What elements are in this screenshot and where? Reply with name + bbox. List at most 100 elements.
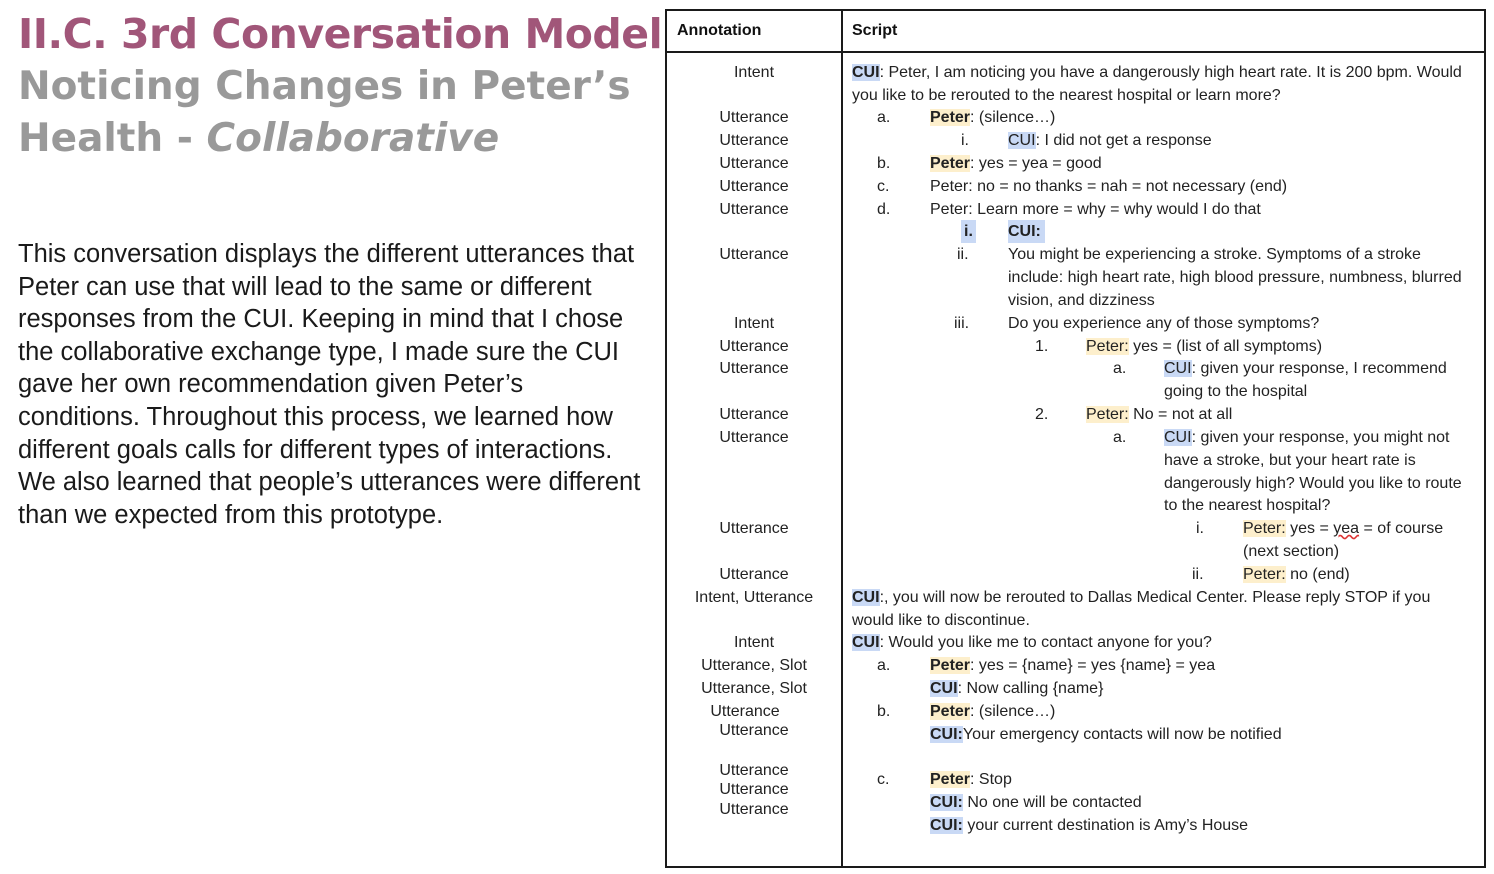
script-line: going to the hospital — [1164, 383, 1308, 400]
script-text: no (end) — [1285, 566, 1350, 583]
script-line: Peter: (silence…) — [930, 106, 1055, 129]
script-line: CUI: your current destination is Amy’s H… — [930, 814, 1248, 837]
script-line: Do you experience any of those symptoms? — [1008, 315, 1320, 332]
script-line: dangerously high? Would you like to rout… — [1164, 475, 1462, 492]
annotation-cell: Utterance — [719, 566, 789, 583]
speaker-peter: Peter — [930, 657, 971, 674]
script-line: CUI: Would you like me to contact anyone… — [852, 631, 1212, 654]
annotation-cell: Utterance — [719, 246, 789, 263]
annotation-cell: Utterance — [719, 109, 789, 126]
annotation-cell: Intent, Utterance — [694, 589, 814, 606]
annotation-cell: Utterance, Slot — [701, 680, 807, 697]
list-marker: ii. — [957, 246, 969, 263]
subtitle-italic: Collaborative — [206, 116, 500, 161]
list-marker: i. — [1196, 520, 1204, 537]
script-line: CUI: given your response, I recommend — [1164, 357, 1447, 380]
script-line: (next section) — [1243, 543, 1340, 560]
list-marker: d. — [877, 201, 891, 218]
script-line: You might be experiencing a stroke. Symp… — [1008, 246, 1421, 263]
speaker-cui: CUI — [852, 589, 880, 606]
script-line: to the nearest hospital? — [1164, 497, 1331, 514]
speaker-cui: CUI — [1164, 360, 1192, 377]
list-marker: b. — [877, 155, 891, 172]
list-marker: 1. — [1035, 338, 1049, 355]
script-text: : Stop — [970, 771, 1012, 788]
script-line: Peter: (silence…) — [930, 700, 1055, 723]
speaker-cui: CUI — [852, 634, 880, 651]
script-text: Your emergency contacts will now be noti… — [962, 726, 1282, 743]
annotation-cell: Utterance — [719, 132, 789, 149]
annotation-cell: Utterance — [710, 703, 780, 720]
script-line: Peter: yes = (list of all symptoms) — [1086, 335, 1322, 358]
script-text: : Would you like me to contact anyone fo… — [879, 634, 1212, 651]
header-annotation: Annotation — [677, 22, 762, 39]
slide-subtitle: Noticing Changes in Peter’s Health - Col… — [18, 61, 658, 165]
annotation-cell: Utterance — [719, 781, 789, 798]
speaker-cui: CUI — [930, 680, 958, 697]
speaker-peter: Peter — [930, 771, 971, 788]
script-text: : (silence…) — [970, 109, 1056, 126]
spellcheck-word: yea — [1333, 520, 1360, 537]
script-line: Peter: yes = yea = good — [930, 152, 1102, 175]
speaker-peter: Peter: — [1243, 566, 1286, 583]
script-line: Peter: no (end) — [1243, 563, 1350, 586]
list-marker: a. — [1113, 360, 1127, 377]
annotation-cell: Utterance — [719, 520, 789, 537]
script-line: include: high heart rate, high blood pre… — [1008, 269, 1462, 286]
annotation-cell: Intent — [733, 634, 775, 651]
speaker-peter: Peter — [930, 155, 971, 172]
script-text: yes = (list of all symptoms) — [1128, 338, 1323, 355]
speaker-cui: CUI: — [930, 794, 963, 811]
annotation-cell: Utterance — [719, 360, 789, 377]
script-line: CUI: No one will be contacted — [930, 791, 1142, 814]
script-text: : given your response, you might not — [1191, 429, 1450, 446]
script-line: Peter: yes = {name} = yes {name} = yea — [930, 654, 1215, 677]
annotation-cell: Intent — [733, 315, 775, 332]
description-paragraph: This conversation displays the different… — [18, 240, 641, 529]
header-divider — [667, 51, 1484, 53]
script-text: your current destination is Amy’s House — [962, 817, 1249, 834]
script-text: No one will be contacted — [962, 794, 1142, 811]
script-line: Peter: no = no thanks = nah = not necess… — [930, 178, 1288, 195]
list-marker: c. — [877, 178, 890, 195]
script-line: have a stroke, but your heart rate is — [1164, 452, 1416, 469]
speaker-peter: Peter — [930, 703, 971, 720]
list-marker: a. — [877, 109, 891, 126]
script-line: CUI: I did not get a response — [1008, 129, 1212, 152]
list-marker: a. — [877, 657, 891, 674]
speaker-cui: CUI — [852, 64, 880, 81]
annotation-cell: Utterance — [719, 155, 789, 172]
annotation-cell: Utterance — [719, 338, 789, 355]
script-text: : Peter, I am noticing you have a danger… — [879, 64, 1462, 81]
speaker-peter: Peter: — [1086, 338, 1129, 355]
conversation-table: Annotation Script Intent Utterance Utter… — [665, 9, 1486, 868]
list-marker: i. — [961, 220, 976, 243]
script-line: Peter: Stop — [930, 768, 1012, 791]
script-text: :, you will now be rerouted to Dallas Me… — [879, 589, 1431, 606]
speaker-peter: Peter — [930, 109, 971, 126]
speaker-peter: Peter: — [1086, 406, 1129, 423]
script-text: No = not at all — [1128, 406, 1233, 423]
annotation-cell: Utterance — [719, 801, 789, 818]
script-text: : Now calling {name} — [957, 680, 1104, 697]
list-marker: i. — [961, 132, 969, 149]
annotation-cell: Utterance — [719, 722, 789, 739]
script-text: : yes = {name} = yes {name} = yea — [970, 657, 1216, 674]
script-text: : yes = yea = good — [970, 155, 1102, 172]
list-marker: 2. — [1035, 406, 1049, 423]
script-line: CUI: Now calling {name} — [930, 677, 1103, 700]
script-line: Peter: No = not at all — [1086, 403, 1232, 426]
script-text: : given your response, I recommend — [1191, 360, 1447, 377]
script-line: CUI:Your emergency contacts will now be … — [930, 723, 1282, 746]
list-marker: iii. — [954, 315, 970, 332]
script-text: = of course — [1359, 520, 1444, 537]
script-line: would like to discontinue. — [852, 612, 1030, 629]
script-text: yes = — [1285, 520, 1334, 537]
script-line: Peter: yes = yea = of course — [1243, 517, 1443, 540]
list-marker: ii. — [1192, 566, 1204, 583]
slide-title: II.C. 3rd Conversation Model — [18, 10, 663, 58]
script-line: you like to be rerouted to the nearest h… — [852, 87, 1281, 104]
header-script: Script — [852, 22, 898, 39]
script-line: Peter: Learn more = why = why would I do… — [930, 201, 1261, 218]
list-marker: b. — [877, 703, 891, 720]
